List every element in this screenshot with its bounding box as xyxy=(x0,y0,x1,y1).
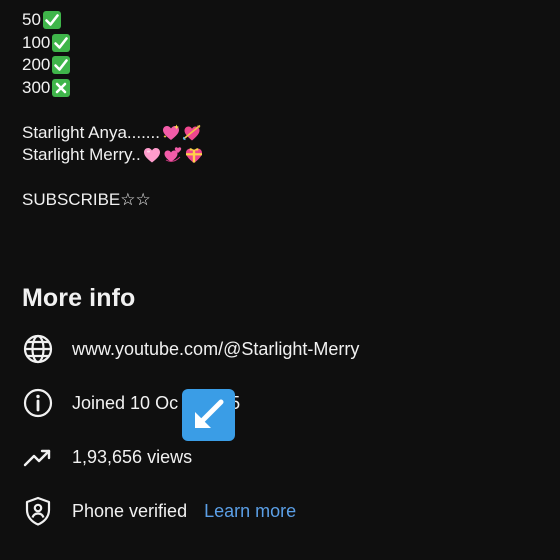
milestone-text: 200 xyxy=(22,55,51,74)
milestone-text: 50 xyxy=(22,10,41,29)
subscribe-text: SUBSCRIBE☆☆ xyxy=(22,190,151,209)
heart-with-arrow-icon xyxy=(182,123,202,143)
sparkling-heart-icon xyxy=(161,123,181,143)
milestone-text: 100 xyxy=(22,32,51,52)
shield-person-icon xyxy=(22,495,54,527)
learn-more-link[interactable]: Learn more xyxy=(204,501,296,522)
views-row: 1,93,656 views xyxy=(22,441,192,473)
description-line: Starlight Merry.. xyxy=(22,144,542,167)
description-line: Starlight Anya....... xyxy=(22,122,542,145)
pink-heart-icon xyxy=(142,145,162,165)
description-line: 50 xyxy=(22,9,542,32)
info-icon xyxy=(22,387,54,419)
description-line: SUBSCRIBE☆☆ xyxy=(22,189,542,212)
phone-verified-row: Phone verified Learn more xyxy=(22,495,296,527)
revolving-hearts-icon xyxy=(163,145,183,165)
heart-with-ribbon-icon xyxy=(184,145,204,165)
phone-verified-text: Phone verified xyxy=(72,500,188,521)
check-mark-icon xyxy=(51,55,71,75)
milestone-text: 300 xyxy=(22,77,51,97)
channel-link-row[interactable]: www.youtube.com/@Starlight-Merry xyxy=(22,333,359,365)
description-line: 200 xyxy=(22,54,542,77)
member-name: Starlight Anya....... xyxy=(22,122,160,142)
check-mark-icon xyxy=(51,33,71,53)
down-left-arrow-icon xyxy=(181,388,236,442)
description-line: 100 xyxy=(22,32,542,55)
trending-up-icon xyxy=(22,441,54,473)
channel-url-link[interactable]: www.youtube.com/@Starlight-Merry xyxy=(72,339,359,360)
view-count: 1,93,656 views xyxy=(72,446,193,467)
check-mark-icon xyxy=(42,10,62,30)
description-line: 300 xyxy=(22,77,542,100)
cross-mark-icon xyxy=(51,78,71,98)
channel-description: 50 100 200 300 Starlight Anya....... Sta… xyxy=(22,9,542,212)
globe-icon xyxy=(22,333,54,365)
more-info-heading: More info xyxy=(22,284,136,312)
member-name: Starlight Merry.. xyxy=(22,145,141,164)
